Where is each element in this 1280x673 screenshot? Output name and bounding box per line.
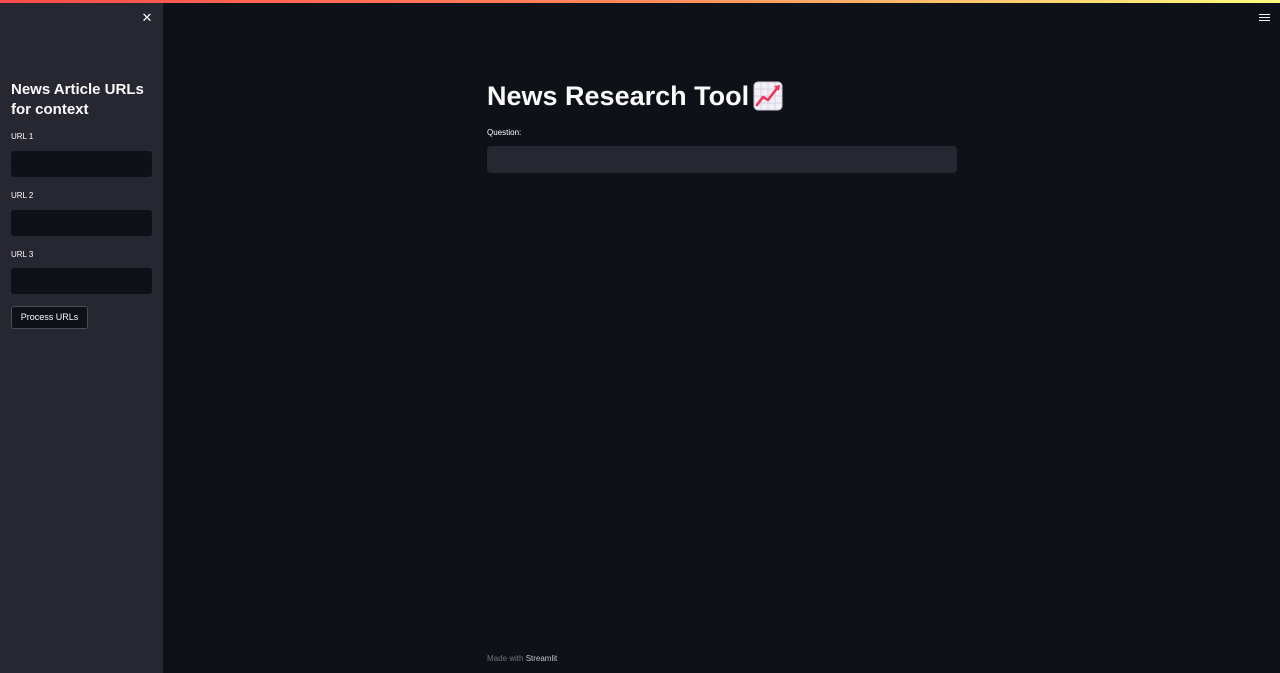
url-3-label: URL 3 bbox=[11, 250, 34, 259]
question-label: Question: bbox=[487, 128, 522, 137]
process-urls-button[interactable]: Process URLs bbox=[11, 306, 88, 329]
top-decoration-bar bbox=[0, 0, 1280, 3]
sidebar-title: News Article URLs for context bbox=[11, 81, 144, 118]
close-sidebar-icon[interactable]: ✕ bbox=[139, 11, 155, 27]
url-2-input[interactable] bbox=[11, 210, 152, 236]
footer: Made with Streamlit bbox=[487, 654, 557, 663]
chart-increasing-icon bbox=[753, 81, 783, 111]
url-1-label: URL 1 bbox=[11, 132, 34, 141]
footer-prefix: Made with bbox=[487, 654, 526, 663]
page-title: News Research Tool bbox=[487, 81, 750, 111]
question-input[interactable] bbox=[487, 146, 957, 173]
url-2-label: URL 2 bbox=[11, 191, 34, 200]
sidebar: ✕ News Article URLs for context URL 1 UR… bbox=[0, 0, 163, 673]
streamlit-link[interactable]: Streamlit bbox=[526, 654, 558, 663]
hamburger-menu-icon[interactable] bbox=[1258, 12, 1272, 24]
url-3-input[interactable] bbox=[11, 268, 152, 294]
url-1-input[interactable] bbox=[11, 151, 152, 177]
